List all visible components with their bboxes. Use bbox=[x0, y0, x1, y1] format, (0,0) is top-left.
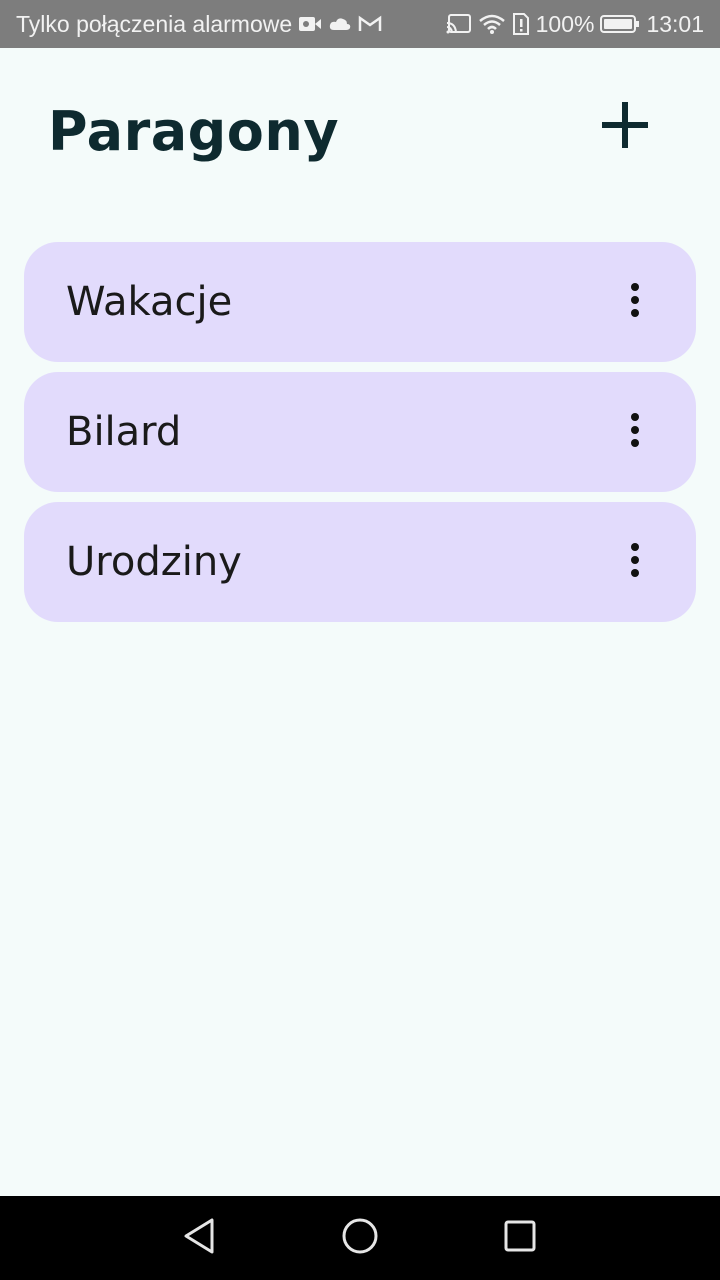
video-call-icon bbox=[298, 15, 322, 33]
status-right: 100% 13:01 bbox=[446, 11, 704, 38]
clock: 13:01 bbox=[646, 10, 704, 37]
wifi-icon bbox=[478, 13, 506, 35]
app-header: Paragony bbox=[0, 48, 720, 208]
status-bar: Tylko połączenia alarmowe 100% 13:01 bbox=[0, 0, 720, 48]
more-options-button[interactable] bbox=[610, 537, 660, 587]
home-button[interactable] bbox=[338, 1216, 382, 1260]
list-item-label: Wakacje bbox=[66, 279, 233, 325]
more-vertical-icon bbox=[629, 542, 641, 583]
battery-percent: 100% bbox=[535, 10, 595, 37]
cast-icon bbox=[446, 13, 472, 35]
battery-icon bbox=[600, 14, 640, 34]
list-item[interactable]: Urodziny bbox=[24, 502, 696, 622]
recents-button[interactable] bbox=[498, 1216, 542, 1260]
sim-alert-icon bbox=[512, 12, 530, 36]
more-options-button[interactable] bbox=[610, 407, 660, 457]
cloud-icon bbox=[328, 16, 352, 32]
list-item-label: Urodziny bbox=[66, 539, 242, 585]
plus-icon bbox=[600, 100, 650, 155]
receipt-list: Wakacje Bilard Urodziny bbox=[24, 242, 696, 632]
list-item-label: Bilard bbox=[66, 409, 182, 455]
list-item[interactable]: Wakacje bbox=[24, 242, 696, 362]
more-vertical-icon bbox=[629, 282, 641, 323]
page-title: Paragony bbox=[48, 100, 340, 163]
more-vertical-icon bbox=[629, 412, 641, 453]
list-item[interactable]: Bilard bbox=[24, 372, 696, 492]
recents-icon bbox=[503, 1219, 537, 1258]
add-button[interactable] bbox=[590, 92, 660, 162]
gmail-icon bbox=[358, 15, 382, 33]
navigation-bar bbox=[0, 1196, 720, 1280]
back-icon bbox=[182, 1217, 218, 1260]
carrier-text: Tylko połączenia alarmowe bbox=[16, 10, 293, 37]
home-icon bbox=[341, 1217, 379, 1260]
back-button[interactable] bbox=[178, 1216, 222, 1260]
more-options-button[interactable] bbox=[610, 277, 660, 327]
status-left: Tylko połączenia alarmowe bbox=[16, 11, 382, 38]
